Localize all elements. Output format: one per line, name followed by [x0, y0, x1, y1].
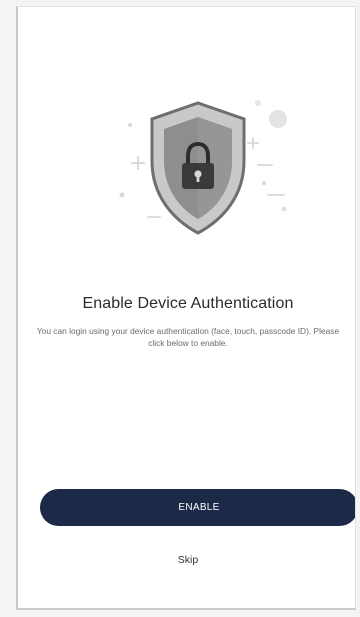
- description-text: You can login using your device authenti…: [36, 326, 340, 348]
- device-auth-screen: Enable Device Authentication You can log…: [16, 6, 356, 610]
- shield-lock-icon: [119, 100, 287, 235]
- page-title: Enable Device Authentication: [82, 295, 294, 312]
- skip-link[interactable]: Skip: [18, 554, 355, 566]
- enable-button[interactable]: ENABLE: [40, 489, 355, 526]
- shield-lock-illustration: [108, 91, 288, 241]
